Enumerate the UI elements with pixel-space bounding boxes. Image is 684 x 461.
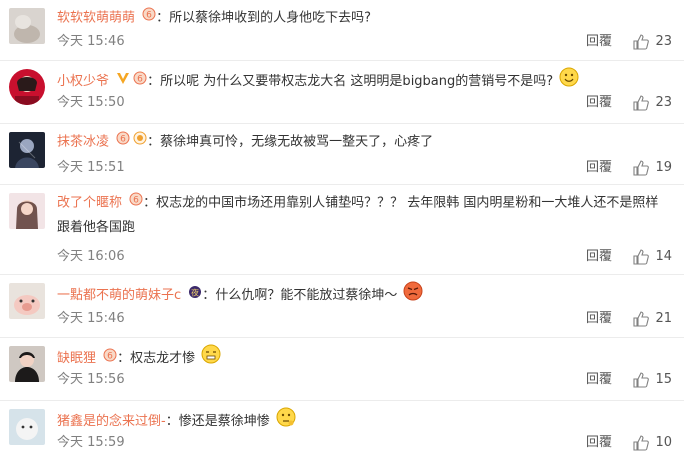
thumbs-up-icon — [633, 435, 650, 451]
like-count: 21 — [655, 311, 672, 326]
comment-text: 惨还是蔡徐坤惨 — [178, 414, 270, 429]
comment-text: 所以呢 为什么又要带权志龙大名 这明明是bigbang的营销号不是吗? — [160, 74, 554, 89]
like-count: 23 — [655, 95, 672, 110]
thumbs-up-icon — [633, 311, 650, 327]
comment-time: 今天 15:59 — [57, 435, 125, 450]
username[interactable]: 抹茶冰凌 — [57, 135, 109, 150]
fan-badge-icon[interactable] — [133, 130, 147, 154]
like-button[interactable]: 23 — [633, 32, 672, 52]
username[interactable]: 软软软萌萌萌 — [57, 11, 135, 26]
comment-time: 今天 15:46 — [57, 34, 125, 49]
username[interactable]: 改了个暱称 — [57, 196, 122, 211]
reply-button[interactable]: 回覆 — [586, 247, 612, 267]
member-badge-icon[interactable]: 6 — [142, 6, 156, 30]
username[interactable]: 一點都不萌的萌妹子c — [57, 288, 181, 303]
comment-time: 今天 15:50 — [57, 95, 125, 110]
member-badge-icon[interactable]: 6 — [116, 130, 130, 154]
reply-button[interactable]: 回覆 — [586, 32, 612, 52]
like-count: 10 — [655, 435, 672, 450]
avatar[interactable] — [9, 283, 45, 319]
svg-text:夜: 夜 — [191, 287, 199, 297]
comment-time: 今天 15:46 — [57, 311, 125, 326]
angry-emoji — [403, 281, 423, 310]
verified-v-icon[interactable] — [116, 70, 130, 94]
avatar[interactable] — [9, 346, 45, 382]
reply-button[interactable]: 回覆 — [586, 309, 612, 329]
avatar[interactable] — [9, 8, 45, 44]
thumbs-up-icon — [633, 160, 650, 176]
comment-item: 抹茶冰凌 6 ：蔡徐坤真可怜，无缘无故被骂一整天了，心疼了 今天 15:51 回… — [0, 124, 684, 185]
comment-text: 权志龙才惨 — [130, 351, 196, 366]
member-badge-icon[interactable]: 6 — [129, 191, 143, 215]
comment-text: 蔡徐坤真可怜，无缘无故被骂一整天了，心疼了 — [160, 134, 434, 150]
smile-emoji — [559, 67, 579, 96]
like-count: 23 — [655, 34, 672, 49]
svg-text:6: 6 — [146, 11, 152, 21]
comment-text: 什么仇啊？能不能放过蔡徐坤～ — [215, 288, 398, 303]
svg-text:6: 6 — [137, 74, 143, 84]
svg-text:6: 6 — [107, 351, 113, 361]
reply-button[interactable]: 回覆 — [586, 370, 612, 390]
night-badge-icon[interactable]: 夜 — [188, 284, 202, 308]
comment-time: 今天 16:06 — [57, 249, 125, 264]
svg-text:6: 6 — [133, 196, 139, 206]
username[interactable]: 小权少爷 — [57, 74, 109, 89]
comment-item: 一點都不萌的萌妹子c 夜 ：什么仇啊？能不能放过蔡徐坤～ 今天 15:46 回覆… — [0, 275, 684, 338]
thinking-emoji — [276, 407, 296, 436]
comment-time: 今天 15:51 — [57, 160, 125, 175]
like-button[interactable]: 14 — [633, 247, 672, 267]
member-badge-icon[interactable]: 6 — [103, 347, 117, 371]
reply-button[interactable]: 回覆 — [586, 158, 612, 178]
comment-item: 小权少爷 6 ：所以呢 为什么又要带权志龙大名 这明明是bigbang的营销号不… — [0, 61, 684, 124]
comment-list: 软软软萌萌萌 6 ：所以蔡徐坤收到的人身他吃下去吗? 今天 15:46 回覆 2… — [0, 0, 684, 461]
member-badge-icon[interactable]: 6 — [133, 70, 147, 94]
username[interactable]: 猪鑫是的念来过倒- — [57, 414, 166, 429]
like-count: 15 — [655, 372, 672, 387]
thumbs-up-icon — [633, 249, 650, 265]
grimace-emoji — [201, 344, 221, 373]
like-button[interactable]: 15 — [633, 370, 672, 390]
comment-item: 改了个暱称 6 ：权志龙的中国市场还用靠别人铺垫吗？？？ 去年限韩 国内明星粉和… — [0, 185, 684, 275]
comment-item: 缺眠狸 6 ：权志龙才惨 今天 15:56 回覆 15 — [0, 338, 684, 401]
like-button[interactable]: 10 — [633, 433, 672, 453]
comment-item: 猪鑫是的念来过倒-：惨还是蔡徐坤惨 今天 15:59 回覆 10 — [0, 401, 684, 461]
like-count: 14 — [655, 249, 672, 264]
thumbs-up-icon — [633, 34, 650, 50]
comment-time: 今天 15:56 — [57, 372, 125, 387]
username[interactable]: 缺眠狸 — [57, 351, 96, 366]
avatar[interactable] — [9, 132, 45, 168]
like-button[interactable]: 19 — [633, 158, 672, 178]
comment-item: 软软软萌萌萌 6 ：所以蔡徐坤收到的人身他吃下去吗? 今天 15:46 回覆 2… — [0, 0, 684, 61]
comment-text: 所以蔡徐坤收到的人身他吃下去吗? — [169, 10, 372, 26]
thumbs-up-icon — [633, 95, 650, 111]
svg-text:6: 6 — [120, 135, 126, 145]
avatar[interactable] — [9, 409, 45, 445]
thumbs-up-icon — [633, 372, 650, 388]
reply-button[interactable]: 回覆 — [586, 93, 612, 113]
avatar[interactable] — [9, 69, 45, 105]
avatar[interactable] — [9, 193, 45, 229]
like-button[interactable]: 21 — [633, 309, 672, 329]
reply-button[interactable]: 回覆 — [586, 433, 612, 453]
like-button[interactable]: 23 — [633, 93, 672, 113]
like-count: 19 — [655, 160, 672, 175]
